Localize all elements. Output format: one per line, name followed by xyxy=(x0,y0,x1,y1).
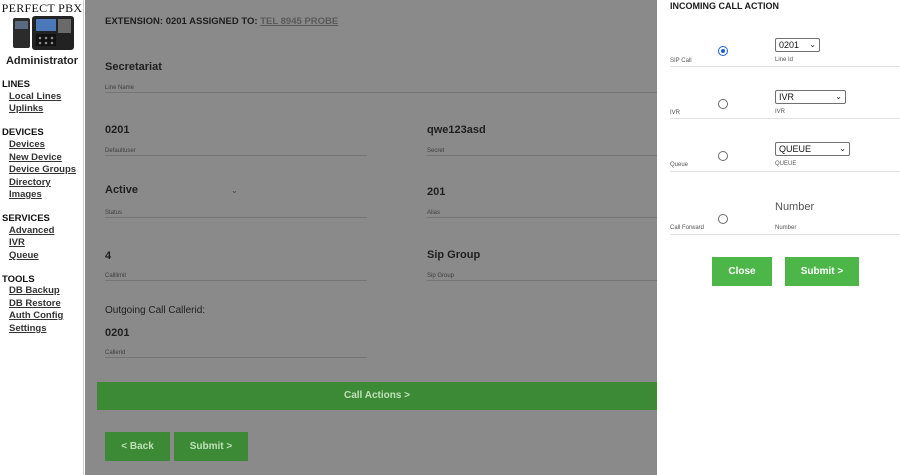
sip-call-tag: SIP Call xyxy=(670,58,692,64)
status-underline xyxy=(105,217,367,218)
outgoing-callerid-title: Outgoing Call Callerid: xyxy=(105,305,206,316)
defaultuser-label: Defaultuser xyxy=(105,148,136,154)
extension-header: EXTENSION: 0201 ASSIGNED TO: TEL 8945 PR… xyxy=(105,16,338,27)
nav-ivr[interactable]: IVR xyxy=(9,237,25,248)
nav-device-groups[interactable]: Device Groups xyxy=(9,164,76,175)
nav-settings[interactable]: Settings xyxy=(9,323,46,334)
secret-label: Secret xyxy=(427,148,445,154)
queue-select-value: QUEUE xyxy=(779,144,812,154)
callerid-label: Callerid xyxy=(105,350,126,356)
nav-new-device[interactable]: New Device xyxy=(9,152,62,163)
submit-button[interactable]: Submit > xyxy=(174,432,248,461)
section-devices: DEVICES xyxy=(2,127,44,138)
line-name-input[interactable]: Secretariat xyxy=(105,61,162,73)
callerid-input[interactable]: 0201 xyxy=(105,327,129,339)
nav-db-restore[interactable]: DB Restore xyxy=(9,298,61,309)
nav-local-lines[interactable]: Local Lines xyxy=(9,91,61,102)
nav-images[interactable]: Images xyxy=(9,189,42,200)
chevron-down-icon: ⌄ xyxy=(839,144,846,153)
ip-phone-image xyxy=(13,16,74,50)
secret-underline xyxy=(427,155,657,156)
line-id-select[interactable]: 0201 ⌄ xyxy=(775,38,820,52)
calllimit-label: Calllimit xyxy=(105,273,126,279)
ivr-tag: IVR xyxy=(670,110,681,116)
extension-header-text: EXTENSION: 0201 ASSIGNED TO: xyxy=(105,16,258,27)
status-select[interactable]: Active xyxy=(105,184,138,196)
alias-underline xyxy=(427,217,657,218)
nav-devices[interactable]: Devices xyxy=(9,139,45,150)
panel-submit-button[interactable]: Submit > xyxy=(785,257,859,286)
back-button[interactable]: < Back xyxy=(105,432,170,461)
user-role-label: Administrator xyxy=(5,55,79,67)
call-forward-radio[interactable] xyxy=(718,214,728,224)
sip-group-select[interactable]: Sip Group xyxy=(427,249,480,261)
divider xyxy=(670,171,900,172)
alias-label: Alias xyxy=(427,210,441,216)
line-name-label: Line Name xyxy=(105,85,135,91)
call-forward-tag: Call Forward xyxy=(670,225,705,231)
nav-advanced[interactable]: Advanced xyxy=(9,225,54,236)
queue-sublabel: QUEUE xyxy=(775,161,797,167)
alias-input[interactable]: 201 xyxy=(427,186,445,198)
call-actions-button[interactable]: Call Actions > xyxy=(97,382,657,410)
section-tools: TOOLS xyxy=(2,274,35,285)
divider xyxy=(670,118,900,119)
chevron-down-icon[interactable]: ⌄ xyxy=(231,186,238,195)
sip-call-radio[interactable] xyxy=(718,46,728,56)
ivr-sublabel: IVR xyxy=(775,109,786,115)
divider xyxy=(670,66,900,67)
defaultuser-input[interactable]: 0201 xyxy=(105,124,129,136)
ivr-radio[interactable] xyxy=(718,99,728,109)
queue-radio[interactable] xyxy=(718,151,728,161)
ivr-select-value: IVR xyxy=(779,92,795,102)
panel-title: INCOMING CALL ACTION xyxy=(670,1,779,11)
nav-directory[interactable]: Directory xyxy=(9,177,51,188)
ivr-select[interactable]: IVR ⌄ xyxy=(775,90,846,104)
incoming-call-action-panel: INCOMING CALL ACTION SIP Call 0201 ⌄ Lin… xyxy=(657,0,900,475)
line-name-underline xyxy=(105,92,657,93)
queue-select[interactable]: QUEUE ⌄ xyxy=(775,142,850,156)
assigned-device-link[interactable]: TEL 8945 PROBE xyxy=(260,16,338,27)
nav-auth-config[interactable]: Auth Config xyxy=(9,310,63,321)
sidebar: PERFECT PBX Administrator LINES Local Li… xyxy=(0,0,84,475)
chevron-down-icon: ⌄ xyxy=(809,40,816,49)
calllimit-underline xyxy=(105,280,367,281)
forward-number-input[interactable]: Number xyxy=(775,201,895,213)
line-id-sublabel: Line Id xyxy=(775,57,794,63)
callerid-underline xyxy=(105,357,367,358)
queue-tag: Queue xyxy=(670,162,689,168)
secret-input[interactable]: qwe123asd xyxy=(427,124,486,136)
number-sublabel: Number xyxy=(775,225,797,231)
sip-group-underline xyxy=(427,280,657,281)
nav-uplinks[interactable]: Uplinks xyxy=(9,103,43,114)
sip-group-label: Sip Group xyxy=(427,273,455,279)
extension-form: EXTENSION: 0201 ASSIGNED TO: TEL 8945 PR… xyxy=(85,0,657,475)
close-button[interactable]: Close xyxy=(712,257,772,286)
defaultuser-underline xyxy=(105,155,367,156)
chevron-down-icon: ⌄ xyxy=(835,92,842,101)
status-label: Status xyxy=(105,210,123,216)
line-id-value: 0201 xyxy=(779,40,800,50)
nav-db-backup[interactable]: DB Backup xyxy=(9,285,60,296)
divider xyxy=(670,234,900,235)
calllimit-input[interactable]: 4 xyxy=(105,250,111,262)
section-lines: LINES xyxy=(2,79,30,90)
nav-queue[interactable]: Queue xyxy=(9,250,39,261)
section-services: SERVICES xyxy=(2,213,50,224)
